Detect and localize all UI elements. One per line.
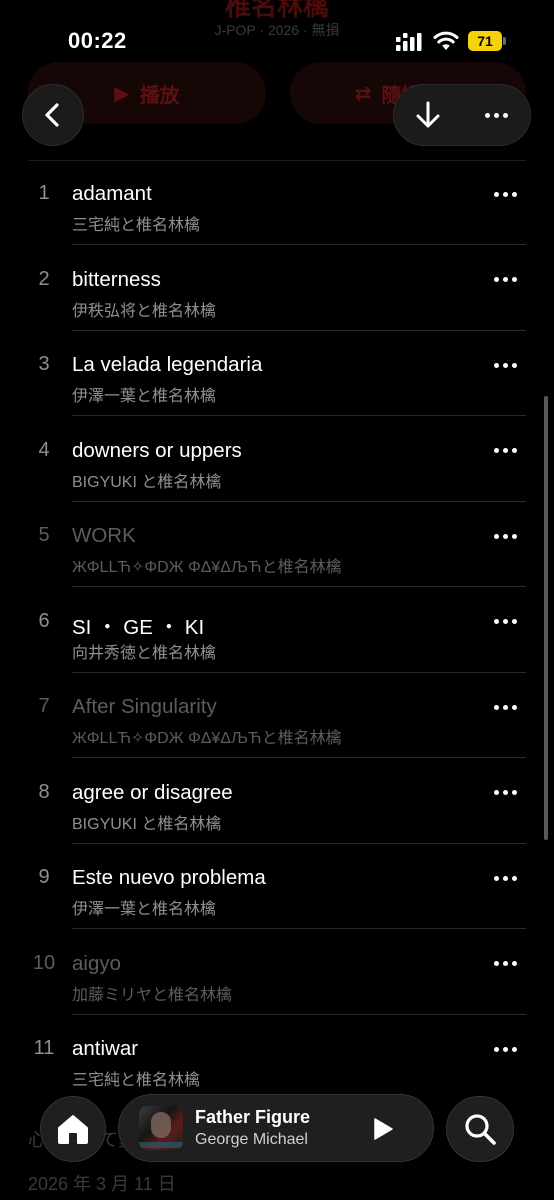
ellipsis-icon — [493, 533, 517, 539]
ellipsis-icon — [493, 875, 517, 881]
album-actions — [393, 84, 531, 146]
track-number: 10 — [32, 951, 56, 974]
track-artist: 向井秀徳と椎名林檎 — [72, 644, 217, 662]
track-title: bitterness — [72, 267, 161, 291]
status-time: 00:22 — [68, 28, 127, 53]
scrollbar[interactable] — [544, 396, 548, 840]
track-more-button[interactable] — [484, 858, 526, 898]
track-artist: 伊澤一葉と椎名林檎 — [72, 388, 217, 405]
ellipsis-icon — [493, 448, 517, 453]
track-row[interactable]: 6 SI ・ GE ・ KI 向井秀徳と椎名林檎 — [0, 588, 554, 673]
track-title: Este nuevo problema — [72, 866, 266, 889]
track-artist: 三宅純と椎名林檎 — [72, 1072, 201, 1089]
track-number: 4 — [38, 438, 50, 461]
track-more-button[interactable] — [484, 1029, 526, 1069]
ellipsis-icon — [493, 1046, 517, 1052]
ellipsis-icon — [493, 362, 517, 368]
track-title: La velada legendaria — [72, 353, 263, 376]
ellipsis-icon — [493, 704, 517, 710]
track-artist: 伊秩弘将と椎名林檎 — [72, 302, 217, 320]
ellipsis-icon — [493, 619, 517, 624]
track-row[interactable]: 2 bitterness 伊秩弘将と椎名林檎 — [0, 246, 554, 331]
track-title: SI ・ GE ・ KI — [72, 615, 205, 639]
track-more-button[interactable] — [484, 260, 526, 300]
wifi-icon — [433, 31, 459, 50]
album-play-label: 播放 — [139, 84, 180, 107]
track-title: adamant — [72, 182, 152, 205]
battery-cap — [503, 37, 506, 45]
track-artist: 三宅純と椎名林檎 — [72, 217, 201, 234]
now-playing-artwork — [139, 1106, 183, 1150]
house-icon — [58, 1115, 88, 1144]
track-number: 8 — [38, 780, 50, 803]
track-title: downers or uppers — [72, 438, 242, 462]
track-more-button[interactable] — [484, 944, 526, 984]
search-button[interactable] — [446, 1096, 514, 1162]
track-number: 11 — [33, 1037, 55, 1059]
track-artist: BIGYUKI と椎名林檎 — [72, 815, 222, 833]
shuffle-icon: ⇄ — [354, 82, 372, 105]
track-number: 5 — [38, 524, 50, 546]
track-more-button[interactable] — [484, 687, 526, 727]
release-date: 2026 年 3 月 11 日 — [28, 1174, 176, 1194]
cellular-signal-icon — [396, 33, 422, 51]
track-title: After Singularity — [72, 695, 217, 718]
battery-level: 71 — [477, 33, 493, 49]
track-number: 6 — [38, 609, 50, 632]
ellipsis-icon — [493, 191, 517, 197]
track-artist: BIGYUKI と椎名林檎 — [72, 473, 222, 491]
track-more-button[interactable] — [484, 174, 526, 214]
track-artist: 加藤ミリヤと椎名林檎 — [72, 986, 233, 1004]
track-number: 3 — [38, 353, 50, 375]
battery-icon: 71 — [468, 31, 502, 51]
play-icon — [374, 1118, 393, 1140]
track-more-button[interactable] — [484, 516, 526, 556]
track-more-button[interactable] — [484, 602, 526, 642]
track-row[interactable]: 4 downers or uppers BIGYUKI と椎名林檎 — [0, 417, 554, 502]
track-number: 2 — [38, 267, 50, 290]
track-row[interactable]: 1 adamant 三宅純と椎名林檎 — [0, 160, 554, 245]
track-more-button[interactable] — [484, 345, 526, 385]
ellipsis-icon — [493, 790, 517, 795]
magnifier-icon — [465, 1114, 496, 1145]
now-playing-artist: George Michael — [195, 1131, 308, 1148]
track-title: WORK — [72, 524, 136, 547]
track-row-unavailable[interactable]: 5 WORK ЖΦLLЋ✧ΦDЖ ΦΔ¥ΔЉЋと椎名林檎 — [0, 502, 554, 587]
track-title: aigyo — [72, 951, 122, 975]
ellipsis-icon — [484, 112, 508, 118]
track-more-button[interactable] — [484, 773, 526, 813]
track-row-unavailable[interactable]: 7 After Singularity ЖΦLLЋ✧ΦDЖ ΦΔ¥ΔЉЋと椎名林… — [0, 673, 554, 758]
arrow-down-icon — [416, 101, 440, 128]
ellipsis-icon — [493, 961, 517, 966]
track-row[interactable]: 3 La velada legendaria 伊澤一葉と椎名林檎 — [0, 331, 554, 416]
chevron-left-icon — [45, 103, 59, 127]
track-artist: 伊澤一葉と椎名林檎 — [72, 901, 217, 918]
track-row-unavailable[interactable]: 10 aigyo 加藤ミリヤと椎名林檎 — [0, 930, 554, 1015]
track-artist: ЖΦLLЋ✧ΦDЖ ΦΔ¥ΔЉЋと椎名林檎 — [72, 559, 342, 576]
track-more-button[interactable] — [484, 431, 526, 471]
album-more-button[interactable] — [462, 85, 530, 145]
track-number: 1 — [38, 182, 50, 204]
track-number: 9 — [38, 866, 50, 888]
status-bar: 00:22 71 — [0, 0, 554, 80]
track-number: 7 — [38, 695, 50, 717]
now-playing-title: Father Figure — [195, 1107, 311, 1127]
back-button[interactable] — [22, 84, 84, 146]
track-title: antiwar — [72, 1037, 139, 1060]
track-row[interactable]: 11 antiwar 三宅純と椎名林檎 — [0, 1015, 554, 1100]
ellipsis-icon — [493, 277, 517, 282]
play-icon: ▶ — [114, 82, 130, 105]
play-button[interactable] — [363, 1109, 403, 1149]
download-button[interactable] — [394, 85, 462, 145]
track-title: agree or disagree — [72, 780, 233, 804]
track-row[interactable]: 9 Este nuevo problema 伊澤一葉と椎名林檎 — [0, 844, 554, 929]
now-playing-bar[interactable]: Father Figure George Michael — [118, 1094, 434, 1162]
home-button[interactable] — [40, 1096, 106, 1162]
track-row[interactable]: 8 agree or disagree BIGYUKI と椎名林檎 — [0, 759, 554, 844]
track-artist: ЖΦLLЋ✧ΦDЖ ΦΔ¥ΔЉЋと椎名林檎 — [72, 730, 342, 747]
